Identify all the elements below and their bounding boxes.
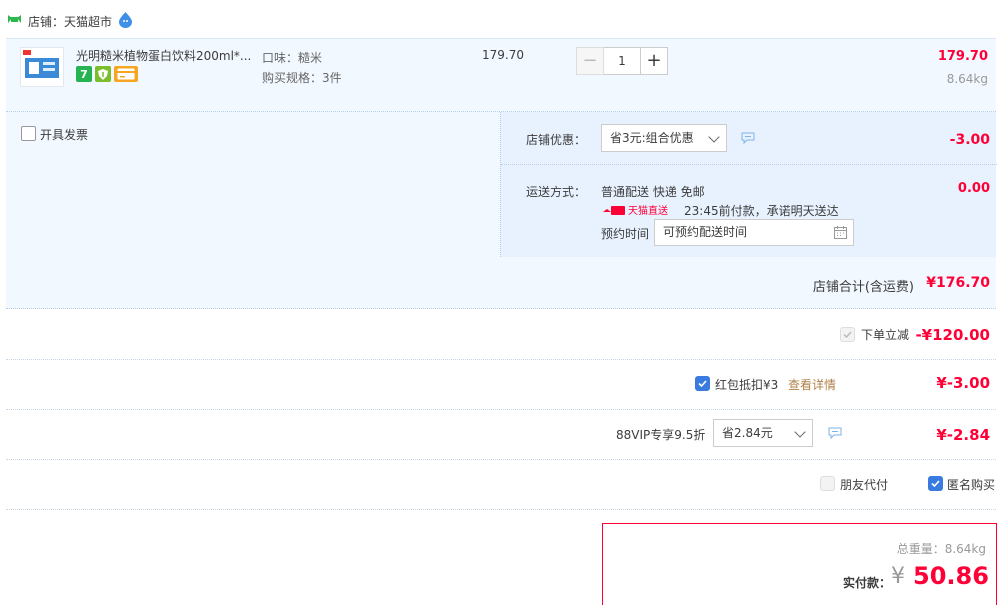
- actual-pay-amount: 50.86: [913, 562, 989, 590]
- delivery-promise: 23:45前付款，承诺明天送达: [684, 204, 839, 218]
- tmall-direct-text: 天猫直送: [628, 204, 668, 217]
- sku-spec: 购买规格：3件: [262, 71, 342, 85]
- red-packet-amount: ¥-3.00: [936, 374, 990, 392]
- quantity-increase-button[interactable]: +: [640, 47, 668, 75]
- order-options-block: 开具发票 店铺优惠： 省3元:组合优惠 -3.00 运送方式： 普通配送 快递 …: [6, 112, 997, 309]
- guarantee-shield-icon[interactable]: [95, 66, 111, 82]
- shop-promo-amount: -3.00: [949, 132, 990, 148]
- payment-options-row: 朋友代付 匿名购买: [6, 460, 996, 510]
- shop-total-label: 店铺合计(含运费): [812, 280, 914, 295]
- red-packet-row: 红包抵扣¥3 查看详情 ¥-3.00: [6, 360, 996, 410]
- panel-divider: [501, 164, 997, 165]
- calendar-icon: [834, 226, 847, 239]
- shop-header: 店铺：天猫超市: [0, 0, 1008, 38]
- product-thumbnail[interactable]: [20, 47, 64, 87]
- vip-discount-amount: ¥-2.84: [936, 426, 990, 444]
- chevron-down-icon: [708, 131, 720, 143]
- quantity-input[interactable]: 1: [604, 47, 640, 75]
- booking-time-input[interactable]: 可预约配送时间: [654, 219, 854, 246]
- red-packet-label: 红包抵扣¥3: [715, 378, 779, 392]
- speech-bubble-icon[interactable]: [741, 132, 755, 144]
- order-total-box: 总重量：8.64kg 实付款： ¥ 50.86: [602, 523, 997, 605]
- quantity-decrease-button[interactable]: −: [576, 47, 604, 75]
- vip-discount-label: 88VIP专享9.5折: [616, 428, 706, 442]
- invoice-label[interactable]: 开具发票: [40, 126, 88, 143]
- booking-time-label: 预约时间: [601, 227, 650, 241]
- vip-discount-selected: 省2.84元: [722, 426, 773, 440]
- order-discount-checkbox[interactable]: [840, 327, 855, 342]
- credit-card-icon[interactable]: [114, 66, 138, 82]
- item-total-price: 179.70: [937, 49, 988, 64]
- total-weight: 总重量：8.64kg: [896, 542, 986, 556]
- order-discount-row: 下单立减 -¥120.00: [6, 310, 996, 360]
- seven-day-return-icon[interactable]: 7: [76, 66, 92, 82]
- red-packet-details-link[interactable]: 查看详情: [788, 376, 836, 393]
- shipping-label: 运送方式：: [526, 185, 587, 199]
- product-image-icon: [23, 50, 59, 78]
- order-discount-amount: -¥120.00: [915, 326, 990, 344]
- shop-promo-selected: 省3元:组合优惠: [610, 131, 694, 145]
- friend-pay-label[interactable]: 朋友代付: [840, 476, 888, 493]
- vip-discount-row: 88VIP专享9.5折 省2.84元 ¥-2.84: [6, 410, 996, 460]
- product-title[interactable]: 光明糙米植物蛋白饮料200ml*...: [76, 47, 251, 64]
- tmall-direct-icon: 天猫直送: [603, 204, 668, 217]
- currency-symbol: ¥: [891, 564, 905, 589]
- quantity-stepper: − 1 +: [576, 47, 668, 75]
- shipping-amount: 0.00: [957, 181, 990, 196]
- friend-pay-checkbox[interactable]: [820, 476, 835, 491]
- shop-logo-icon: [8, 15, 21, 23]
- sku-flavor: 口味：糙米: [262, 51, 323, 65]
- booking-time-placeholder: 可预约配送时间: [663, 225, 748, 239]
- shop-total-value: ¥176.70: [926, 275, 990, 291]
- chat-drop-icon[interactable]: [117, 11, 134, 28]
- actual-pay-label: 实付款：: [843, 576, 892, 590]
- shop-promo-label: 店铺优惠：: [526, 133, 587, 147]
- order-discount-label: 下单立减: [861, 328, 910, 342]
- cart-item-row: 光明糙米植物蛋白饮料200ml*... 7 口味：糙米 购买规格：3件 179.…: [6, 38, 996, 112]
- unit-price: 179.70: [482, 48, 524, 62]
- invoice-checkbox[interactable]: [21, 126, 36, 141]
- red-packet-checkbox[interactable]: [695, 376, 710, 391]
- service-badges: 7: [76, 66, 138, 82]
- promo-shipping-panel: 店铺优惠： 省3元:组合优惠 -3.00 运送方式： 普通配送 快递 免邮 天猫…: [500, 112, 997, 257]
- shop-promo-select[interactable]: 省3元:组合优惠: [601, 124, 727, 152]
- anonymous-purchase-label[interactable]: 匿名购买: [947, 476, 995, 493]
- shipping-method: 普通配送 快递 免邮: [601, 185, 705, 199]
- chevron-down-icon: [794, 426, 806, 438]
- item-weight: 8.64kg: [946, 72, 988, 86]
- vip-discount-select[interactable]: 省2.84元: [713, 419, 813, 447]
- shop-name[interactable]: 店铺：天猫超市: [28, 13, 112, 30]
- speech-bubble-icon[interactable]: [828, 427, 842, 439]
- anonymous-purchase-checkbox[interactable]: [928, 476, 943, 491]
